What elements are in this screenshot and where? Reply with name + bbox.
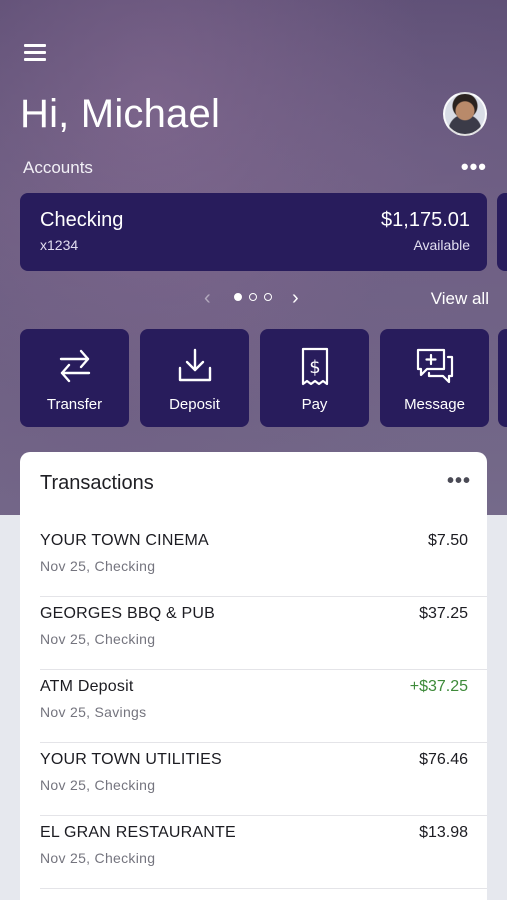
transaction-row[interactable]: ATM Deposit Nov 25, Savings +$37.25 — [20, 670, 487, 743]
transaction-amount: $13.98 — [419, 824, 468, 841]
transactions-more-icon[interactable]: ••• — [447, 470, 471, 493]
account-pager: ‹ › — [200, 287, 310, 310]
message-label: Message — [404, 396, 465, 413]
transaction-meta: Nov 25, Savings — [40, 704, 147, 720]
view-all-link[interactable]: View all — [431, 289, 489, 309]
account-number: x1234 — [40, 237, 79, 253]
accounts-more-icon[interactable]: ••• — [461, 154, 487, 180]
next-account-card[interactable] — [497, 193, 507, 271]
account-card-checking[interactable]: Checking x1234 $1,175.01 Available — [20, 193, 487, 271]
transfer-icon — [20, 347, 129, 387]
transaction-meta: Nov 25, Checking — [40, 777, 156, 793]
transaction-meta: Nov 25, Checking — [40, 558, 156, 574]
transaction-merchant: YOUR TOWN UTILITIES — [40, 751, 222, 768]
transfer-button[interactable]: Transfer — [20, 329, 129, 427]
hamburger-menu-icon[interactable] — [24, 44, 46, 62]
transaction-amount: $76.46 — [419, 751, 468, 768]
message-icon — [380, 347, 489, 387]
transaction-merchant: GEORGES BBQ & PUB — [40, 605, 216, 622]
pay-label: Pay — [301, 396, 328, 413]
transaction-merchant: ATM Deposit — [40, 678, 134, 695]
row-divider — [40, 888, 487, 889]
chevron-right-icon[interactable]: › — [292, 287, 299, 310]
deposit-button[interactable]: Deposit — [140, 329, 249, 427]
pay-button[interactable]: $ Pay — [260, 329, 369, 427]
transaction-row[interactable]: GEORGES BBQ & PUB Nov 25, Checking $37.2… — [20, 597, 487, 670]
transaction-merchant: EL GRAN RESTAURANTE — [40, 824, 236, 841]
pager-dot[interactable] — [264, 293, 272, 301]
svg-text:$: $ — [309, 357, 320, 378]
transaction-amount: $7.50 — [427, 532, 468, 549]
transaction-meta: Nov 25, Checking — [40, 631, 156, 647]
pager-dot[interactable] — [234, 293, 242, 301]
account-balance: $1,175.01 — [381, 209, 470, 231]
account-balance-label: Available — [413, 237, 470, 253]
avatar[interactable] — [443, 92, 487, 136]
greeting-title: Hi, Michael — [20, 92, 221, 136]
transfer-label: Transfer — [46, 396, 103, 413]
transaction-meta: Nov 25, Checking — [40, 850, 156, 866]
deposit-icon — [140, 347, 249, 387]
pay-bill-icon: $ — [260, 347, 369, 387]
transaction-row[interactable]: YOUR TOWN CINEMA Nov 25, Checking $7.50 — [20, 524, 487, 597]
deposit-label: Deposit — [169, 396, 220, 413]
transaction-row[interactable]: EL GRAN RESTAURANTE Nov 25, Checking $13… — [20, 816, 487, 889]
transactions-title: Transactions — [40, 472, 154, 494]
pager-dot[interactable] — [249, 293, 257, 301]
account-name: Checking — [40, 209, 124, 231]
transaction-row[interactable]: YOUR TOWN UTILITIES Nov 25, Checking $76… — [20, 743, 487, 816]
more-actions-button[interactable] — [498, 329, 507, 427]
chevron-left-icon[interactable]: ‹ — [204, 287, 211, 310]
transaction-merchant: YOUR TOWN CINEMA — [40, 532, 209, 549]
transaction-amount: $37.25 — [419, 605, 468, 622]
transactions-panel: Transactions ••• YOUR TOWN CINEMA Nov 25… — [20, 452, 487, 900]
accounts-label: Accounts — [23, 158, 93, 177]
message-button[interactable]: Message — [380, 329, 489, 427]
transaction-amount: +$37.25 — [409, 678, 468, 695]
